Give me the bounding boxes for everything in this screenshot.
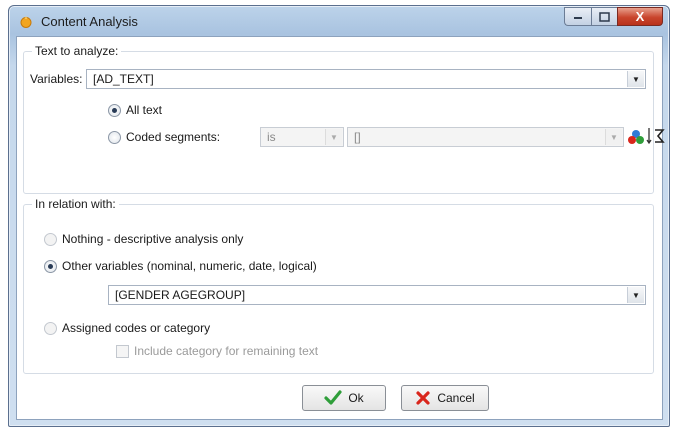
close-button[interactable]: X bbox=[617, 7, 663, 26]
in-relation-with-legend: In relation with: bbox=[32, 197, 119, 211]
close-icon: X bbox=[635, 9, 645, 24]
window-title: Content Analysis bbox=[41, 14, 138, 29]
codes-dropdown-button[interactable]: ▼ bbox=[605, 129, 622, 145]
app-icon bbox=[20, 16, 32, 28]
sigma-sort-icon bbox=[646, 128, 665, 145]
assigned-codes-label: Assigned codes or category bbox=[62, 321, 211, 335]
dialog-window: Content Analysis X Text to analyze: Vari… bbox=[8, 5, 670, 427]
text-to-analyze-legend: Text to analyze: bbox=[32, 44, 122, 58]
coded-segments-label: Coded segments: bbox=[126, 130, 221, 144]
assigned-codes-radio[interactable] bbox=[44, 322, 57, 335]
variables-combo[interactable]: [AD_TEXT] ▼ bbox=[86, 69, 646, 89]
other-variables-label: Other variables (nominal, numeric, date,… bbox=[62, 259, 317, 273]
all-text-label: All text bbox=[126, 103, 163, 117]
other-variables-value: [GENDER AGEGROUP] bbox=[115, 288, 246, 302]
all-text-radio[interactable] bbox=[108, 104, 121, 117]
caption-buttons: X bbox=[564, 7, 663, 26]
text-to-analyze-group: Text to analyze: Variables: [AD_TEXT] ▼ … bbox=[23, 44, 665, 194]
other-variables-combo[interactable]: [GENDER AGEGROUP] ▼ bbox=[108, 285, 646, 305]
other-variables-radio[interactable] bbox=[44, 260, 57, 273]
variables-value: [AD_TEXT] bbox=[93, 72, 154, 86]
include-category-checkbox[interactable] bbox=[116, 345, 129, 358]
maximize-icon bbox=[599, 11, 610, 22]
operator-value: is bbox=[267, 130, 276, 144]
cancel-label: Cancel bbox=[437, 391, 475, 405]
ok-label: Ok bbox=[348, 391, 364, 405]
nothing-radio[interactable] bbox=[44, 233, 57, 246]
color-codes-icon bbox=[628, 130, 644, 144]
cancel-x-icon bbox=[416, 391, 430, 405]
chevron-down-icon: ▼ bbox=[330, 132, 338, 142]
operator-dropdown-button[interactable]: ▼ bbox=[325, 129, 342, 145]
chevron-down-icon: ▼ bbox=[632, 290, 640, 300]
nothing-label: Nothing - descriptive analysis only bbox=[62, 232, 244, 246]
variables-label: Variables: bbox=[30, 72, 83, 86]
minimize-icon bbox=[574, 16, 582, 19]
chevron-down-icon: ▼ bbox=[632, 74, 640, 84]
minimize-button[interactable] bbox=[564, 7, 591, 26]
codes-combo[interactable]: [] ▼ bbox=[347, 127, 624, 147]
title-bar[interactable]: Content Analysis X bbox=[9, 6, 669, 36]
chevron-down-icon: ▼ bbox=[610, 132, 618, 142]
check-icon bbox=[324, 390, 342, 405]
dialog-client-area: Text to analyze: Variables: [AD_TEXT] ▼ … bbox=[16, 36, 665, 420]
variables-dropdown-button[interactable]: ▼ bbox=[627, 71, 644, 87]
coded-segments-radio[interactable] bbox=[108, 131, 121, 144]
cancel-button[interactable]: Cancel bbox=[401, 385, 489, 411]
ok-button[interactable]: Ok bbox=[302, 385, 386, 411]
codes-value: [] bbox=[354, 130, 361, 144]
color-codes-button[interactable] bbox=[626, 127, 646, 147]
in-relation-with-group: In relation with: Nothing - descriptive … bbox=[23, 197, 654, 374]
other-variables-dropdown-button[interactable]: ▼ bbox=[627, 287, 644, 303]
include-category-label: Include category for remaining text bbox=[134, 344, 319, 358]
operator-combo[interactable]: is ▼ bbox=[260, 127, 344, 147]
maximize-button[interactable] bbox=[591, 7, 617, 26]
sigma-sort-button[interactable] bbox=[645, 126, 667, 146]
